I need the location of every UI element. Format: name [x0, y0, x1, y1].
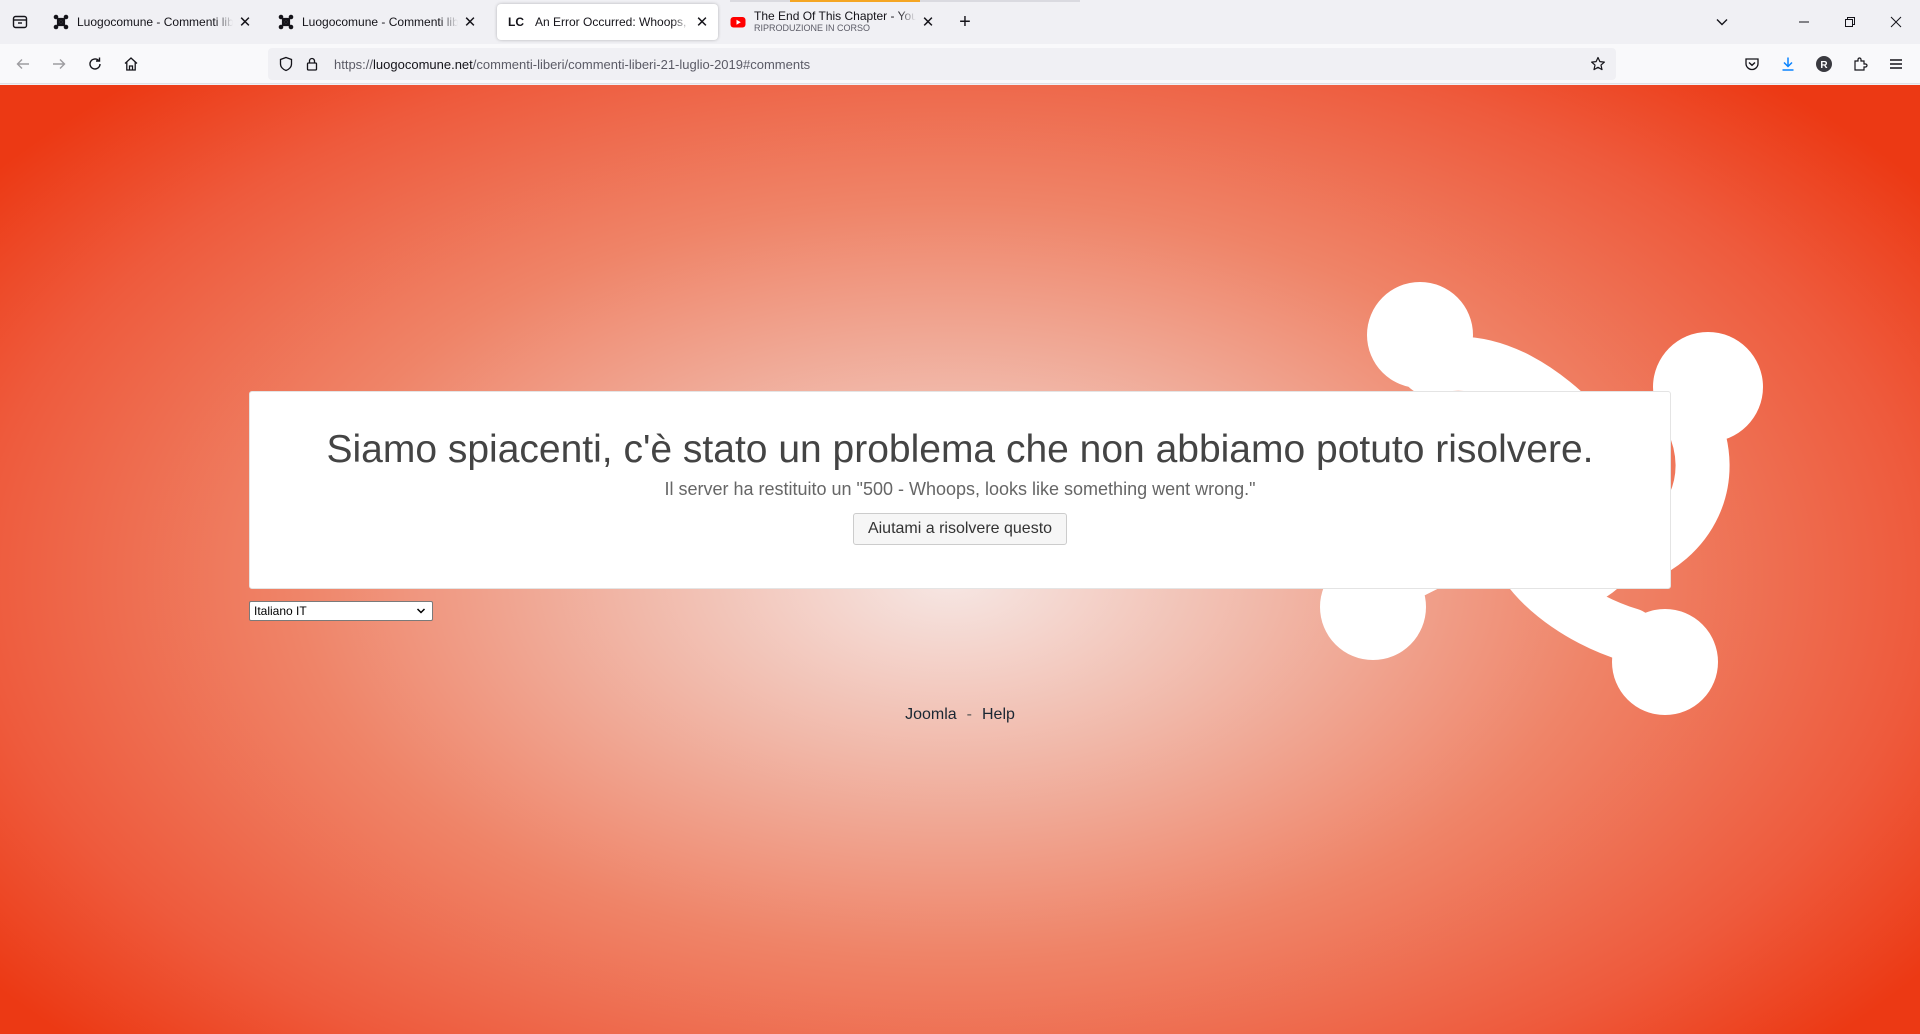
url-scheme: https:// [334, 56, 374, 72]
tab-title: Luogocomune - Commenti liberi 21 luglio … [77, 15, 233, 29]
pocket-icon [1745, 58, 1759, 71]
tab-2[interactable]: Luogocomune - Commenti liberi 21 luglio … [270, 4, 486, 40]
error-card: Siamo spiacenti, c'è stato un problema c… [249, 391, 1671, 589]
lock-icon[interactable] [302, 54, 322, 74]
tab-title-group: The End Of This Chapter - YouTube RIPROD… [754, 10, 916, 34]
restore-icon [1845, 17, 1855, 27]
tab-title: The End Of This Chapter - YouTube [754, 10, 916, 23]
language-select[interactable]: Italiano IT [249, 601, 433, 621]
footer-separator: - [966, 706, 972, 723]
close-window-button[interactable] [1873, 0, 1919, 44]
minimize-icon [1799, 21, 1809, 23]
error-heading: Siamo spiacenti, c'è stato un problema c… [326, 428, 1594, 471]
home-button[interactable] [115, 48, 147, 80]
joomla-icon [53, 14, 69, 30]
plus-icon: + [959, 10, 971, 33]
reload-icon [89, 57, 101, 70]
account-avatar-icon: R [1816, 56, 1832, 72]
home-icon [124, 57, 138, 71]
puzzle-piece-icon [1854, 57, 1868, 71]
forward-button[interactable] [43, 48, 75, 80]
new-tab-button[interactable]: + [953, 10, 977, 34]
bookmark-star-icon[interactable] [1588, 54, 1608, 74]
error-page: Siamo spiacenti, c'è stato un problema c… [0, 85, 1920, 1034]
arrow-right-icon [53, 59, 66, 69]
joomla-icon [278, 14, 294, 30]
tab-close-icon[interactable]: ✕ [462, 14, 478, 31]
tracking-protection-shield-icon[interactable] [276, 54, 296, 74]
tab-playing-label: RIPRODUZIONE IN CORSO [754, 23, 871, 33]
tab-audio-indicator-line [730, 0, 1080, 2]
tab-3-active[interactable]: LC An Error Occurred: Whoops, looks like… [497, 4, 718, 40]
extensions-button[interactable] [1844, 48, 1876, 80]
svg-text:R: R [1820, 60, 1828, 71]
firefox-view-button[interactable] [8, 10, 32, 34]
navigation-toolbar: https://luogocomune.net/commenti-liberi/… [0, 44, 1920, 84]
chevron-down-icon [416, 608, 426, 614]
pocket-button[interactable] [1736, 48, 1768, 80]
arrow-left-icon [16, 59, 29, 69]
close-icon [1890, 16, 1902, 28]
url-host: luogocomune.net [373, 56, 473, 72]
list-all-tabs-button[interactable] [1699, 0, 1745, 44]
joomla-link[interactable]: Joomla [905, 706, 957, 723]
luogocomune-favicon: LC [508, 15, 524, 29]
tab-title: Luogocomune - Commenti liberi 21 luglio … [302, 15, 458, 29]
tab-close-icon[interactable]: ✕ [237, 14, 253, 31]
url-path: /commenti-liberi/commenti-liberi-21-lugl… [472, 56, 811, 72]
tab-strip: Luogocomune - Commenti liberi 21 luglio … [0, 0, 1920, 44]
hamburger-menu-icon [1890, 59, 1902, 69]
tab-close-icon[interactable]: ✕ [694, 14, 710, 31]
tab-title: An Error Occurred: Whoops, looks like so… [535, 15, 690, 29]
error-message: Il server ha restituito un "500 - Whoops… [664, 479, 1256, 499]
back-button[interactable] [7, 48, 39, 80]
downloads-button[interactable] [1772, 48, 1804, 80]
footer-links: Joomla - Help [0, 706, 1920, 724]
app-menu-button[interactable] [1880, 48, 1912, 80]
language-select-value: Italiano IT [254, 604, 307, 618]
download-icon [1782, 57, 1794, 71]
minimize-button[interactable] [1781, 0, 1827, 44]
tab-4[interactable]: The End Of This Chapter - YouTube RIPROD… [722, 4, 944, 40]
youtube-icon [730, 14, 746, 30]
tab-close-icon[interactable]: ✕ [920, 14, 936, 31]
url-text[interactable]: https://luogocomune.net/commenti-liberi/… [334, 57, 810, 72]
help-link[interactable]: Help [982, 706, 1015, 723]
tab-1[interactable]: Luogocomune - Commenti liberi 21 luglio … [45, 4, 261, 40]
chevron-down-icon [1716, 19, 1728, 26]
restore-button[interactable] [1827, 0, 1873, 44]
reload-button[interactable] [79, 48, 111, 80]
help-resolve-button[interactable]: Aiutami a risolvere questo [852, 513, 1068, 545]
url-bar[interactable]: https://luogocomune.net/commenti-liberi/… [268, 48, 1616, 80]
account-button[interactable]: R [1808, 48, 1840, 80]
firefox-view-icon [12, 15, 28, 29]
